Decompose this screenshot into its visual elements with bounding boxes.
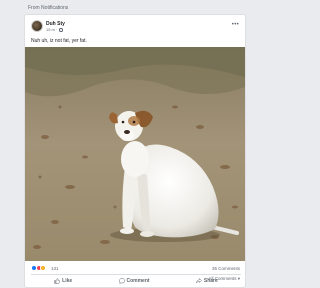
share-icon [196, 278, 202, 284]
comment-button[interactable]: Comment [118, 278, 150, 284]
dog-photo [25, 47, 245, 261]
post-meta: 15 m · [46, 27, 63, 32]
more-options-icon[interactable]: ••• [232, 22, 239, 28]
comment-icon [118, 278, 125, 284]
reaction-count[interactable]: 131 [51, 266, 59, 271]
reactions-bar[interactable]: 131 35 Comments [31, 265, 241, 273]
thumbs-up-icon [54, 278, 60, 284]
like-label: Like [62, 278, 73, 284]
post-photo[interactable] [25, 47, 245, 261]
post-time[interactable]: 15 m [46, 27, 55, 32]
comment-label: Comment [126, 278, 150, 284]
post-card: Duh Sty 15 m · ••• Nuh uh, iz not fat, y… [24, 14, 246, 288]
avatar[interactable] [31, 20, 43, 32]
globe-icon [59, 28, 63, 32]
comments-count[interactable]: 35 Comments [212, 266, 240, 271]
comments-filter-dropdown[interactable]: All Comments ▾ [208, 276, 240, 282]
post-text: Nuh uh, iz not fat, yer fat. [31, 38, 87, 44]
haha-reaction-icon [40, 265, 46, 271]
post-header: Duh Sty 15 m · ••• [31, 20, 241, 36]
divider [31, 274, 241, 275]
section-title: From Notifications [28, 5, 69, 11]
like-button[interactable]: Like [54, 278, 72, 284]
